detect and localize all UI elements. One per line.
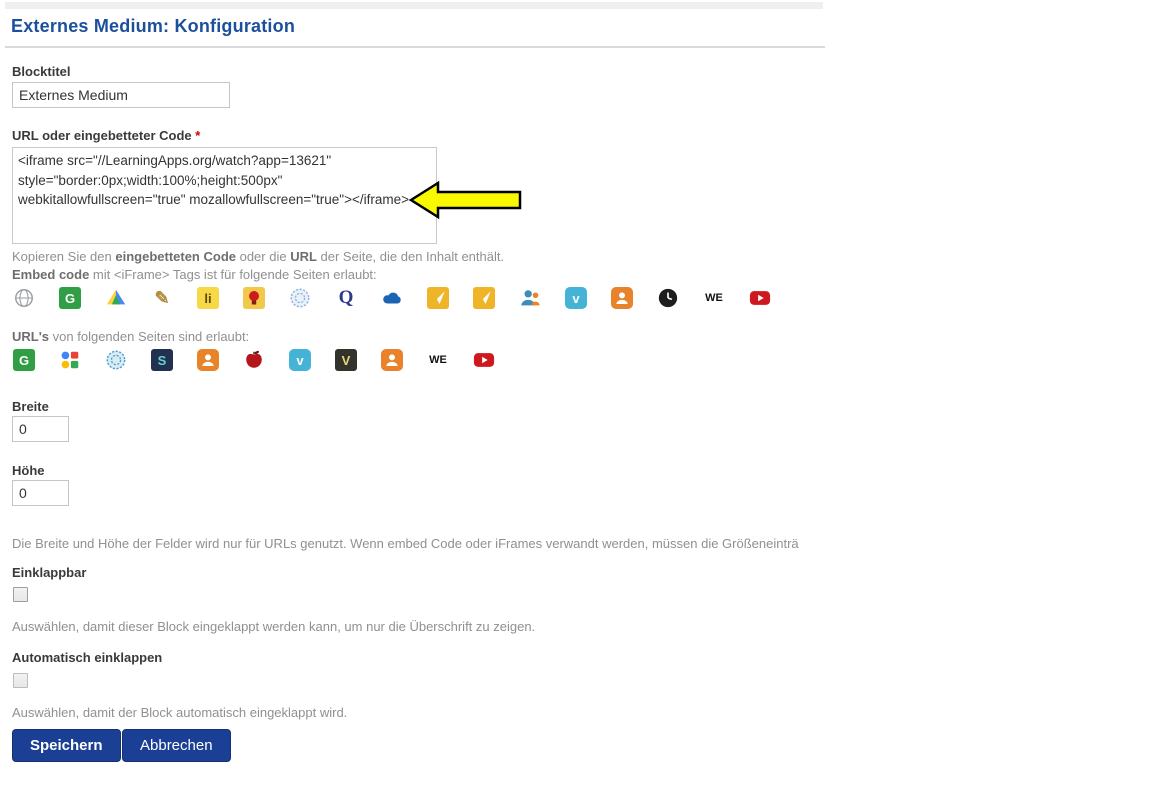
url-allowed-bold: URL's [12, 329, 50, 344]
config-page: Externes Medium: Konfiguration Blocktite… [0, 0, 1161, 793]
url-allowed-rest: von folgenden Seiten sind erlaubt: [49, 329, 250, 344]
lightbulb-icon [243, 287, 265, 309]
einklappbar-checkbox[interactable] [13, 587, 28, 602]
apple-icon [243, 349, 265, 371]
blocktitel-input[interactable] [12, 82, 230, 108]
required-asterisk: * [195, 128, 201, 143]
auto-einklappen-checkbox[interactable] [13, 673, 28, 688]
learningapps-icon: li [197, 287, 219, 309]
geogebra-icon: G [13, 349, 35, 371]
voki-person-icon [611, 287, 633, 309]
save-button[interactable]: Speichern [12, 729, 121, 762]
youtube-icon [749, 287, 771, 309]
cancel-button[interactable]: Abbrechen [122, 729, 231, 762]
globe-icon [13, 287, 35, 309]
pencil-icon: ✎ [154, 287, 170, 308]
embed-allowed-text: Embed code mit <iFrame> Tags ist für fol… [12, 267, 377, 282]
code-label: URL oder eingebetteter Code * [12, 128, 200, 143]
dotted-globe-icon [289, 287, 311, 309]
copy-help-text: Kopieren Sie den eingebetteten Code oder… [12, 249, 504, 264]
wevideo-icon: WE [429, 354, 447, 366]
vimeo-icon: v [565, 287, 587, 309]
embed-allowed-icons-row: G ✎ li Qv WE [13, 287, 771, 309]
hoehe-input[interactable] [12, 480, 69, 506]
swirl-s-icon: S [151, 349, 173, 371]
copy-help-plain2: oder die [235, 249, 291, 264]
annotation-arrow-icon [408, 180, 522, 220]
embed-allowed-bold: Embed code [12, 267, 90, 282]
breite-input[interactable] [12, 416, 69, 442]
code-textarea[interactable]: <iframe src="//LearningApps.org/watch?ap… [12, 147, 437, 244]
page-title: Externes Medium: Konfiguration [11, 16, 296, 36]
dart-icon [427, 287, 449, 309]
copy-help-plain3: der Seite, die den Inhalt enthält. [316, 249, 505, 264]
code-label-text: URL oder eingebetteter Code [12, 128, 196, 143]
v-letter-icon: V [335, 349, 357, 371]
einklappbar-label: Einklappbar [12, 565, 87, 580]
vimeo-icon: v [289, 349, 311, 371]
einklappbar-help-text: Auswählen, damit dieser Block eingeklapp… [12, 619, 536, 634]
voki-person-icon [197, 349, 219, 371]
wevideo-icon: WE [705, 292, 723, 304]
hoehe-label: Höhe [12, 463, 45, 478]
onedrive-cloud-icon [381, 287, 403, 309]
url-allowed-text: URL's von folgenden Seiten sind erlaubt: [12, 329, 249, 344]
title-divider [5, 46, 825, 48]
size-help-text: Die Breite und Höhe der Felder wird nur … [12, 536, 799, 551]
auto-einklappen-label: Automatisch einklappen [12, 650, 163, 665]
rings-icon [105, 349, 127, 371]
copy-help-bold-url: URL [290, 249, 317, 264]
copy-help-bold-code: eingebetteten Code [115, 249, 236, 264]
auto-einklappen-help-text: Auswählen, damit der Block automatisch e… [12, 705, 348, 720]
embed-allowed-rest: mit <iFrame> Tags ist für folgende Seite… [89, 267, 377, 282]
clock-icon [657, 287, 679, 309]
geogebra-icon: G [59, 287, 81, 309]
breite-label: Breite [12, 399, 49, 414]
google-drive-icon [105, 287, 127, 309]
top-gray-bar [5, 2, 823, 9]
google-icon [59, 349, 81, 371]
copy-help-plain: Kopieren Sie den [12, 249, 116, 264]
blocktitel-label: Blocktitel [12, 64, 71, 79]
youtube-icon [473, 349, 495, 371]
slideshare-person-icon [519, 287, 541, 309]
voki-person-icon [381, 349, 403, 371]
dart-icon [473, 287, 495, 309]
quizlet-q-icon: Q [338, 287, 354, 308]
url-allowed-icons-row: G Sv V WE [13, 349, 495, 371]
